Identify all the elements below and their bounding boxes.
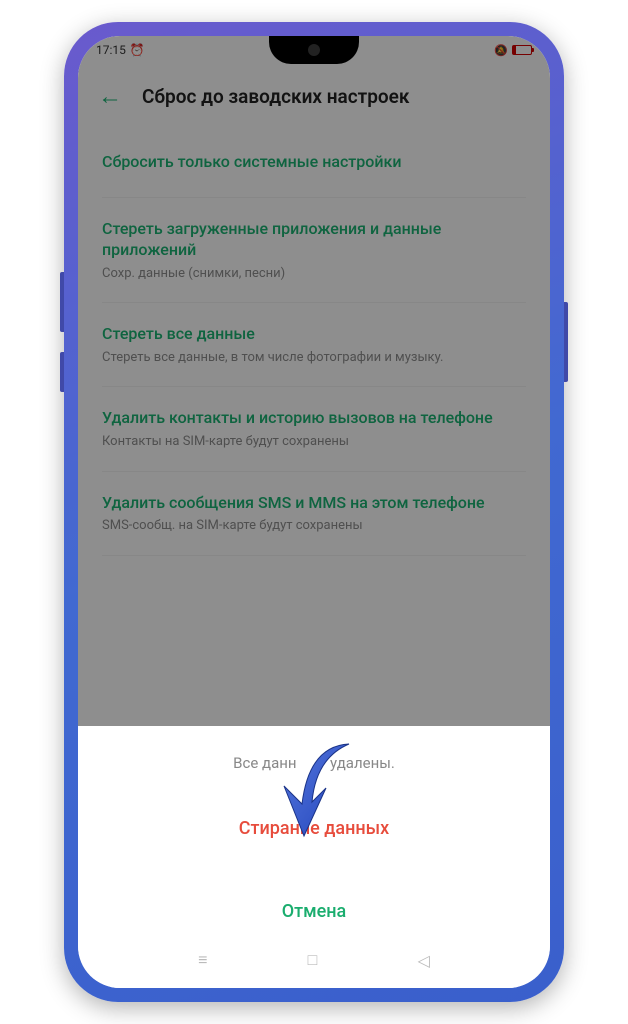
- option-delete-sms[interactable]: Удалить сообщения SMS и MMS на этом теле…: [102, 472, 526, 556]
- sheet-message: Все данн удалены.: [98, 754, 530, 772]
- status-time: 17:15: [96, 43, 126, 57]
- home-icon[interactable]: □: [308, 950, 318, 970]
- power-button-side: [564, 302, 568, 382]
- option-reset-system[interactable]: Сбросить только системные настройки: [102, 131, 526, 198]
- option-title: Удалить сообщения SMS и MMS на этом теле…: [102, 492, 526, 514]
- reset-options-list: Сбросить только системные настройки Стер…: [78, 129, 550, 558]
- background-content: 17:15 ⏰ 🔕 ← Сброс до заводских настроек …: [78, 36, 550, 756]
- erase-data-button[interactable]: Стирание данных: [98, 802, 530, 855]
- phone-frame: 17:15 ⏰ 🔕 ← Сброс до заводских настроек …: [64, 22, 564, 1002]
- screen-notch: [269, 36, 359, 64]
- option-subtitle: Стереть все данные, в том числе фотограф…: [102, 349, 526, 367]
- android-nav-bar: ≡ □ ◁: [78, 942, 550, 978]
- recent-apps-icon[interactable]: ≡: [198, 950, 207, 970]
- cancel-button[interactable]: Отмена: [98, 885, 530, 938]
- back-icon[interactable]: ◁: [418, 951, 430, 970]
- option-erase-apps[interactable]: Стереть загруженные приложения и данные …: [102, 198, 526, 304]
- option-title: Стереть все данные: [102, 323, 526, 345]
- phone-screen: 17:15 ⏰ 🔕 ← Сброс до заводских настроек …: [78, 36, 550, 988]
- option-erase-all[interactable]: Стереть все данные Стереть все данные, в…: [102, 303, 526, 387]
- option-subtitle: Контакты на SIM-карте будут сохранены: [102, 433, 526, 451]
- option-title: Стереть загруженные приложения и данные …: [102, 218, 526, 261]
- battery-icon: [512, 45, 532, 55]
- alarm-icon: ⏰: [130, 43, 145, 57]
- back-arrow-icon[interactable]: ←: [98, 82, 122, 111]
- page-title: Сброс до заводских настроек: [142, 85, 409, 108]
- option-subtitle: SMS-сообщ. на SIM-карте будут сохранены: [102, 517, 526, 535]
- mute-icon: 🔕: [494, 44, 508, 57]
- option-delete-contacts[interactable]: Удалить контакты и историю вызовов на те…: [102, 387, 526, 471]
- volume-buttons: [60, 272, 64, 412]
- option-subtitle: Сохр. данные (снимки, песни): [102, 265, 526, 283]
- option-title: Удалить контакты и историю вызовов на те…: [102, 407, 526, 429]
- option-title: Сбросить только системные настройки: [102, 151, 526, 173]
- page-header: ← Сброс до заводских настроек: [78, 64, 550, 129]
